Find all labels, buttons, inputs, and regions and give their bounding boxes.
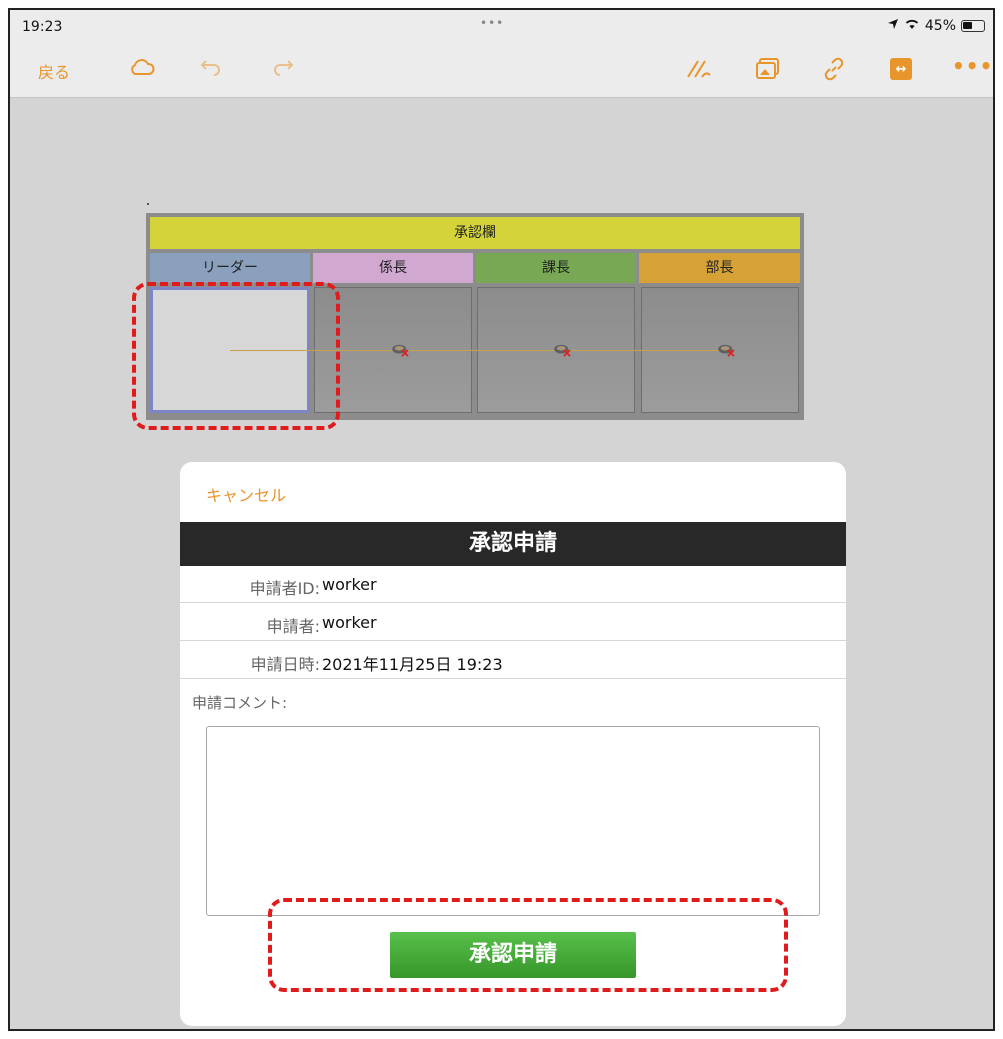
notes-toolbar: 戻る ↔ •••: [10, 44, 993, 98]
info-row-datetime: 申請日時: 2021年11月25日 19:23: [180, 642, 846, 679]
role-header-kacho: 課長: [476, 253, 636, 283]
info-label: 申請日時:: [250, 655, 320, 674]
insert-image-icon[interactable]: [756, 57, 780, 79]
page-dot: [147, 203, 149, 205]
info-row-applicant-id: 申請者ID: worker: [180, 566, 846, 603]
multitasking-dots[interactable]: •••: [480, 16, 504, 30]
info-label: 申請者ID:: [249, 579, 320, 598]
dialog-title: 承認申請: [180, 522, 846, 566]
status-time: 19:23: [22, 19, 63, 35]
status-bar: 19:23 ••• 45%: [10, 10, 993, 44]
comment-textarea[interactable]: [206, 726, 820, 916]
highlight-submit-button: [268, 898, 788, 992]
info-value: worker: [322, 613, 377, 632]
redo-icon[interactable]: [272, 57, 294, 77]
no-stamp-icon: [718, 344, 735, 357]
highlight-leader-cell: [132, 282, 340, 430]
undo-icon[interactable]: [200, 57, 222, 77]
role-header-bucho: 部長: [639, 253, 800, 283]
info-value: 2021年11月25日 19:23: [322, 655, 503, 674]
no-stamp-icon: [392, 344, 409, 357]
ipad-screen: 19:23 ••• 45% 戻る ↔ ••• 承認欄 リーダー 係長 課長 部長…: [8, 8, 995, 1031]
info-label: 申請者:: [266, 617, 320, 636]
cloud-icon[interactable]: [128, 57, 156, 77]
back-button[interactable]: 戻る: [38, 59, 70, 83]
cancel-button[interactable]: キャンセル: [206, 482, 286, 506]
status-indicators: 45%: [887, 18, 985, 34]
markup-pen-icon[interactable]: [686, 57, 712, 79]
more-options-button[interactable]: •••: [952, 54, 993, 78]
link-icon[interactable]: [822, 57, 846, 81]
no-stamp-icon: [554, 344, 571, 357]
location-icon: [887, 18, 899, 34]
expand-width-icon[interactable]: ↔: [890, 58, 912, 80]
approval-table-title: 承認欄: [150, 217, 800, 249]
comment-label: 申請コメント:: [192, 694, 288, 712]
battery-icon: [961, 20, 985, 32]
info-value: worker: [322, 575, 377, 594]
battery-percent: 45%: [924, 18, 956, 34]
role-header-kakaricho: 係長: [313, 253, 473, 283]
wifi-icon: [904, 18, 920, 34]
info-row-applicant: 申請者: worker: [180, 604, 846, 641]
role-header-leader: リーダー: [150, 253, 310, 283]
